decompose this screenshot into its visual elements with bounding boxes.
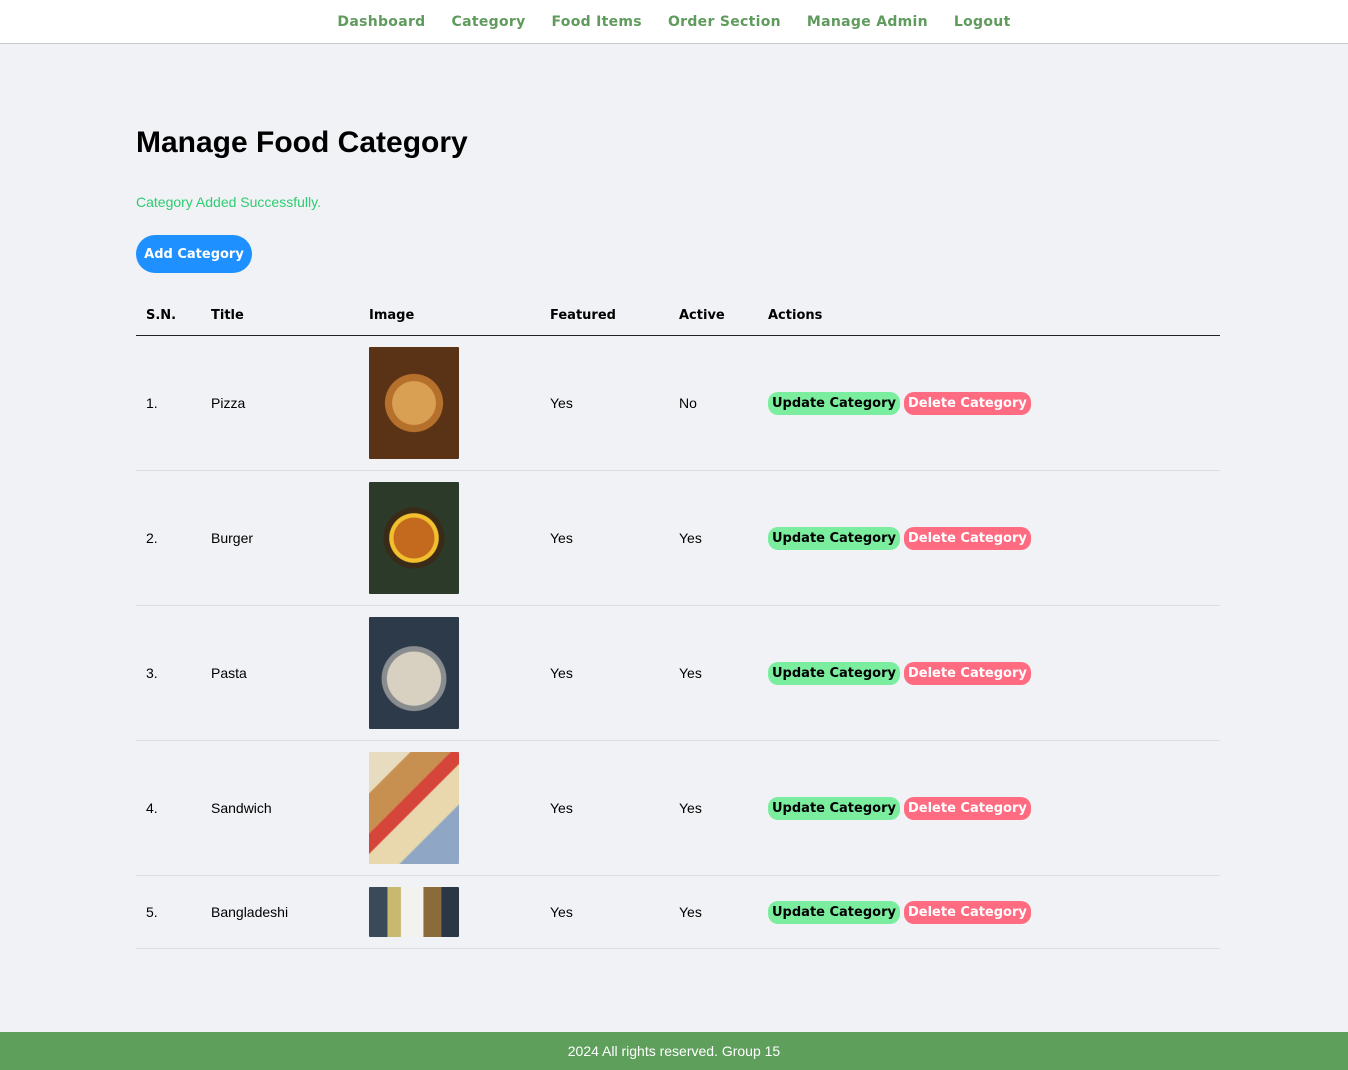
table-row: 5. Bangladeshi Yes Yes Update Category De… <box>136 875 1220 949</box>
top-navigation: Dashboard Category Food Items Order Sect… <box>0 0 1348 44</box>
footer-text: 2024 All rights reserved. Group 15 <box>567 1043 781 1059</box>
update-category-button[interactable]: Update Category <box>768 661 900 685</box>
delete-category-button[interactable]: Delete Category <box>903 796 1031 820</box>
cell-title: Pasta <box>201 605 359 741</box>
cell-title: Pizza <box>201 335 359 471</box>
footer: 2024 All rights reserved. Group 15 <box>0 1032 1348 1070</box>
nav-link-dashboard[interactable]: Dashboard <box>337 14 425 30</box>
update-category-button[interactable]: Update Category <box>768 900 900 924</box>
success-message: Category Added Successfully. <box>136 194 321 210</box>
header-title: Title <box>201 295 359 336</box>
table-row: 4. Sandwich Yes Yes Update Category Delet… <box>136 740 1220 876</box>
cell-featured: Yes <box>540 470 669 606</box>
cell-sn: 4. <box>136 740 201 876</box>
add-category-button[interactable]: Add Category <box>136 235 252 273</box>
cell-active: Yes <box>669 605 758 741</box>
cell-active: No <box>669 335 758 471</box>
nav-link-food-items[interactable]: Food Items <box>552 14 642 30</box>
table-header-row: S.N. Title Image Featured Active Actions <box>136 295 1220 336</box>
cell-title: Bangladeshi <box>201 875 359 949</box>
cell-featured: Yes <box>540 875 669 949</box>
header-image: Image <box>359 295 540 336</box>
header-featured: Featured <box>540 295 669 336</box>
pasta-image <box>369 617 459 729</box>
update-category-button[interactable]: Update Category <box>768 391 900 415</box>
cell-sn: 1. <box>136 335 201 471</box>
update-category-button[interactable]: Update Category <box>768 796 900 820</box>
nav-link-order-section[interactable]: Order Section <box>668 14 781 30</box>
delete-category-button[interactable]: Delete Category <box>903 526 1031 550</box>
update-category-button[interactable]: Update Category <box>768 526 900 550</box>
delete-category-button[interactable]: Delete Category <box>903 661 1031 685</box>
cell-featured: Yes <box>540 605 669 741</box>
bangladeshi-image <box>369 887 459 937</box>
cell-sn: 3. <box>136 605 201 741</box>
nav-link-logout[interactable]: Logout <box>954 14 1011 30</box>
cell-active: Yes <box>669 470 758 606</box>
cell-active: Yes <box>669 740 758 876</box>
burger-image <box>369 482 459 594</box>
delete-category-button[interactable]: Delete Category <box>903 391 1031 415</box>
category-table: S.N. Title Image Featured Active Actions… <box>136 295 1220 949</box>
cell-active: Yes <box>669 875 758 949</box>
table-row: 1. Pizza Yes No Update Category Delete Ca… <box>136 335 1220 471</box>
cell-sn: 5. <box>136 875 201 949</box>
sandwich-image <box>369 752 459 864</box>
cell-title: Burger <box>201 470 359 606</box>
table-row: 2. Burger Yes Yes Update Category Delete … <box>136 470 1220 606</box>
header-active: Active <box>669 295 758 336</box>
header-sn: S.N. <box>136 295 201 336</box>
cell-sn: 2. <box>136 470 201 606</box>
cell-featured: Yes <box>540 335 669 471</box>
pizza-image <box>369 347 459 459</box>
delete-category-button[interactable]: Delete Category <box>903 900 1031 924</box>
table-row: 3. Pasta Yes Yes Update Category Delete C… <box>136 605 1220 741</box>
cell-title: Sandwich <box>201 740 359 876</box>
header-actions: Actions <box>758 295 1220 336</box>
page-title: Manage Food Category <box>136 126 468 159</box>
nav-link-category[interactable]: Category <box>452 14 526 30</box>
nav-link-manage-admin[interactable]: Manage Admin <box>807 14 928 30</box>
cell-featured: Yes <box>540 740 669 876</box>
